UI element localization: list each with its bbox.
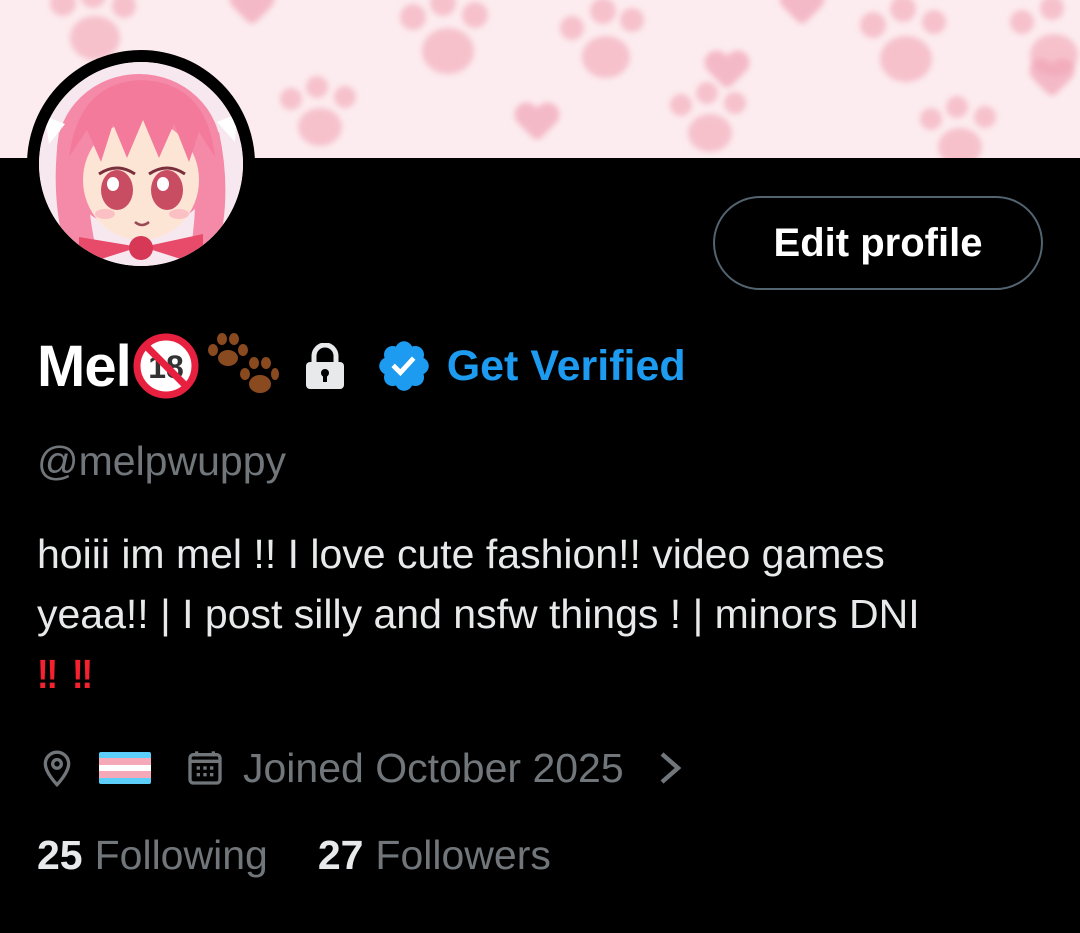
calendar-icon — [188, 751, 222, 785]
heart-pattern — [780, 0, 824, 28]
heart-pattern — [230, 0, 274, 28]
joined-date: Joined October 2025 — [243, 744, 624, 791]
verified-badge-icon[interactable] — [375, 337, 433, 395]
heart-pattern — [515, 104, 559, 144]
following-link[interactable]: 25 Following — [37, 832, 268, 879]
edit-profile-button[interactable]: Edit profile — [713, 196, 1043, 290]
display-name: Mel — [37, 333, 132, 399]
location-pin-icon — [43, 750, 71, 788]
heart-pattern — [705, 52, 749, 92]
following-count: 25 — [37, 832, 83, 878]
bio-line: ‼ ‼ — [37, 644, 1047, 704]
bio-line: hoiii im mel !! I love cute fashion!! vi… — [37, 531, 885, 577]
get-verified-link[interactable]: Get Verified — [447, 342, 686, 391]
bio-line: yeaa!! | I post silly and nsfw things ! … — [37, 591, 920, 637]
followers-link[interactable]: 27 Followers — [318, 832, 551, 879]
lock-icon — [305, 343, 344, 389]
transgender-flag-icon — [99, 752, 151, 784]
double-exclamation-emoji: ‼ — [71, 651, 93, 697]
following-label: Following — [94, 832, 268, 878]
followers-label: Followers — [375, 832, 551, 878]
no-under-18-icon: 18 — [133, 333, 199, 399]
chevron-right-icon[interactable] — [656, 748, 684, 788]
username-handle: @melpwuppy — [37, 438, 287, 484]
profile-meta: Joined October 2025 — [37, 736, 684, 800]
followers-count: 27 — [317, 832, 364, 878]
follow-stats: 25 Following 27 Followers — [37, 832, 551, 879]
name-row: Mel 18 Get Verified — [37, 330, 686, 402]
avatar[interactable] — [39, 62, 243, 266]
avatar-image — [39, 62, 243, 266]
paw-prints-icon — [207, 333, 279, 393]
heart-pattern — [1030, 60, 1074, 100]
double-exclamation-emoji: ‼ — [37, 651, 58, 697]
bio: hoiii im mel !! I love cute fashion!! vi… — [37, 524, 1047, 704]
